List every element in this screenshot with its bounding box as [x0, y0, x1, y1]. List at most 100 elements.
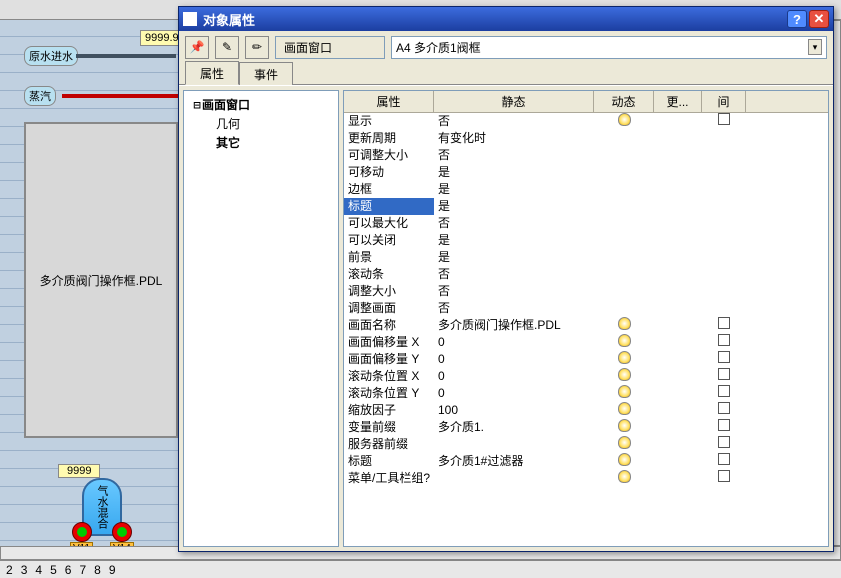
property-update-cell[interactable] — [654, 436, 702, 453]
property-dynamic-cell[interactable] — [594, 419, 654, 436]
col-property[interactable]: 属性 — [344, 91, 434, 112]
property-indirect-cell[interactable] — [702, 300, 746, 317]
property-row[interactable]: 前景是 — [344, 249, 828, 266]
property-update-cell[interactable] — [654, 334, 702, 351]
property-name[interactable]: 显示 — [344, 113, 434, 130]
col-dynamic[interactable]: 动态 — [594, 91, 654, 112]
property-row[interactable]: 滚动条否 — [344, 266, 828, 283]
property-update-cell[interactable] — [654, 419, 702, 436]
property-dynamic-cell[interactable] — [594, 147, 654, 164]
property-static-value[interactable]: 是 — [434, 181, 594, 198]
property-indirect-cell[interactable] — [702, 368, 746, 385]
property-dynamic-cell[interactable] — [594, 130, 654, 147]
property-name[interactable]: 服务器前缀 — [344, 436, 434, 453]
property-dynamic-cell[interactable] — [594, 334, 654, 351]
property-update-cell[interactable] — [654, 351, 702, 368]
tab-events[interactable]: 事件 — [239, 62, 293, 85]
property-name[interactable]: 滚动条位置 X — [344, 368, 434, 385]
property-name[interactable]: 调整大小 — [344, 283, 434, 300]
property-update-cell[interactable] — [654, 283, 702, 300]
property-row[interactable]: 滚动条位置 X0 — [344, 368, 828, 385]
property-indirect-cell[interactable] — [702, 470, 746, 487]
checkbox-icon[interactable] — [718, 317, 730, 329]
property-row[interactable]: 画面偏移量 X0 — [344, 334, 828, 351]
property-indirect-cell[interactable] — [702, 249, 746, 266]
property-indirect-cell[interactable] — [702, 113, 746, 130]
property-indirect-cell[interactable] — [702, 351, 746, 368]
property-dynamic-cell[interactable] — [594, 317, 654, 334]
tree-geometry[interactable]: 几何 — [186, 114, 336, 133]
checkbox-icon[interactable] — [718, 436, 730, 448]
property-indirect-cell[interactable] — [702, 283, 746, 300]
property-name[interactable]: 可以关闭 — [344, 232, 434, 249]
property-indirect-cell[interactable] — [702, 215, 746, 232]
property-static-value[interactable]: 否 — [434, 147, 594, 164]
property-row[interactable]: 变量前缀多介质1. — [344, 419, 828, 436]
property-update-cell[interactable] — [654, 232, 702, 249]
property-static-value[interactable]: 多介质1#过滤器 — [434, 453, 594, 470]
tree-root[interactable]: ⊟画面窗口 — [186, 95, 336, 114]
property-indirect-cell[interactable] — [702, 181, 746, 198]
property-name[interactable]: 调整画面 — [344, 300, 434, 317]
property-static-value[interactable]: 0 — [434, 351, 594, 368]
property-indirect-cell[interactable] — [702, 436, 746, 453]
property-indirect-cell[interactable] — [702, 232, 746, 249]
property-static-value[interactable]: 是 — [434, 198, 594, 215]
pager-7[interactable]: 7 — [79, 563, 86, 577]
property-dynamic-cell[interactable] — [594, 470, 654, 487]
property-name[interactable]: 滚动条位置 Y — [344, 385, 434, 402]
property-static-value[interactable]: 0 — [434, 385, 594, 402]
property-update-cell[interactable] — [654, 368, 702, 385]
property-dynamic-cell[interactable] — [594, 436, 654, 453]
property-static-value[interactable]: 0 — [434, 368, 594, 385]
property-indirect-cell[interactable] — [702, 147, 746, 164]
property-update-cell[interactable] — [654, 249, 702, 266]
property-update-cell[interactable] — [654, 453, 702, 470]
property-row[interactable]: 缩放因子100 — [344, 402, 828, 419]
property-dynamic-cell[interactable] — [594, 402, 654, 419]
checkbox-icon[interactable] — [718, 113, 730, 125]
property-name[interactable]: 更新周期 — [344, 130, 434, 147]
property-update-cell[interactable] — [654, 181, 702, 198]
property-static-value[interactable]: 多介质1. — [434, 419, 594, 436]
property-dynamic-cell[interactable] — [594, 113, 654, 130]
property-update-cell[interactable] — [654, 300, 702, 317]
property-row[interactable]: 画面偏移量 Y0 — [344, 351, 828, 368]
property-static-value[interactable]: 是 — [434, 232, 594, 249]
property-row[interactable]: 标题是 — [344, 198, 828, 215]
help-button[interactable]: ? — [787, 10, 807, 28]
property-update-cell[interactable] — [654, 113, 702, 130]
property-static-value[interactable]: 是 — [434, 249, 594, 266]
property-name[interactable]: 画面偏移量 Y — [344, 351, 434, 368]
col-indirect[interactable]: 间 — [702, 91, 746, 112]
operation-box[interactable]: 多介质阀门操作框.PDL — [24, 122, 178, 438]
checkbox-icon[interactable] — [718, 402, 730, 414]
property-name[interactable]: 变量前缀 — [344, 419, 434, 436]
property-static-value[interactable]: 有变化时 — [434, 130, 594, 147]
property-update-cell[interactable] — [654, 385, 702, 402]
property-static-value[interactable]: 0 — [434, 334, 594, 351]
property-indirect-cell[interactable] — [702, 385, 746, 402]
checkbox-icon[interactable] — [718, 419, 730, 431]
property-row[interactable]: 可以关闭是 — [344, 232, 828, 249]
property-static-value[interactable]: 否 — [434, 283, 594, 300]
property-row[interactable]: 调整画面否 — [344, 300, 828, 317]
property-dynamic-cell[interactable] — [594, 453, 654, 470]
property-name[interactable]: 标题 — [344, 453, 434, 470]
valve-v11[interactable] — [72, 522, 92, 542]
pager-9[interactable]: 9 — [109, 563, 116, 577]
property-indirect-cell[interactable] — [702, 453, 746, 470]
property-row[interactable]: 可以最大化否 — [344, 215, 828, 232]
property-row[interactable]: 边框是 — [344, 181, 828, 198]
property-name[interactable]: 可调整大小 — [344, 147, 434, 164]
eyedropper2-button[interactable]: ✏ — [245, 36, 269, 59]
property-row[interactable]: 可调整大小否 — [344, 147, 828, 164]
property-row[interactable]: 更新周期有变化时 — [344, 130, 828, 147]
checkbox-icon[interactable] — [718, 334, 730, 346]
col-static[interactable]: 静态 — [434, 91, 594, 112]
property-row[interactable]: 显示否 — [344, 113, 828, 130]
property-static-value[interactable]: 否 — [434, 113, 594, 130]
property-name[interactable]: 缩放因子 — [344, 402, 434, 419]
property-update-cell[interactable] — [654, 215, 702, 232]
property-static-value[interactable]: 否 — [434, 300, 594, 317]
